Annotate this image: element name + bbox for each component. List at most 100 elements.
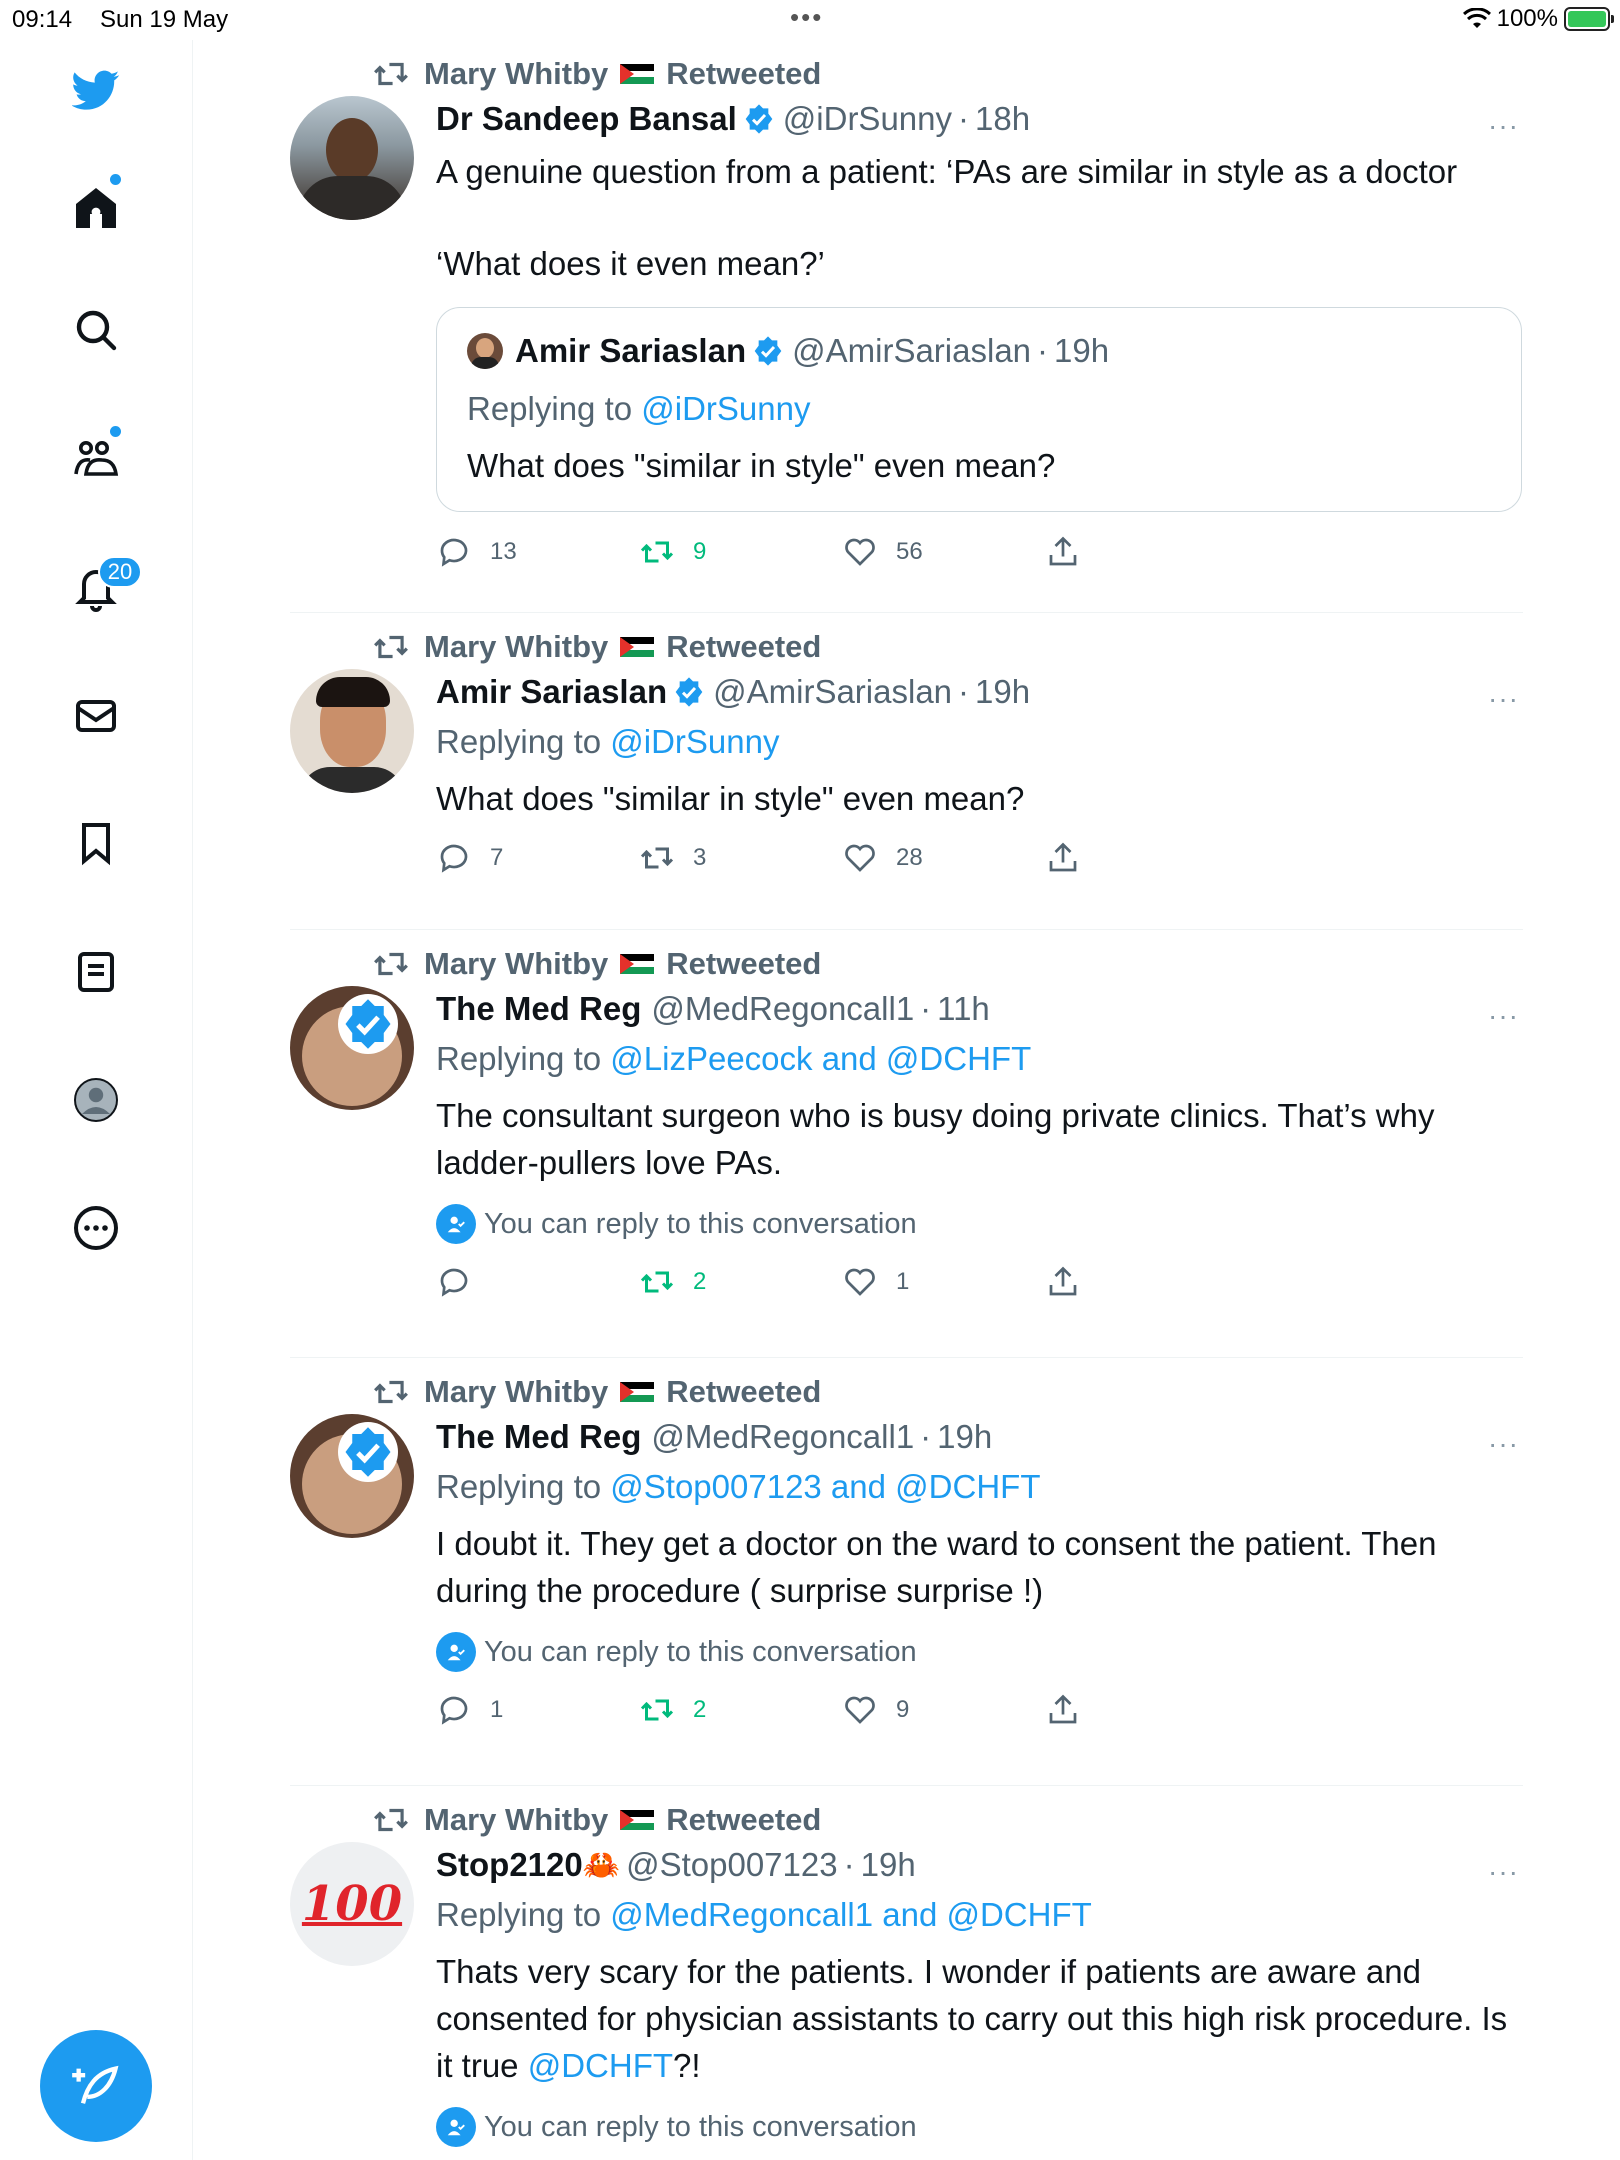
quoted-tweet[interactable]: Amir Sariaslan @AmirSariaslan · 19h Repl… (436, 307, 1522, 512)
replying-to-link[interactable]: @LizPeecock and @DCHFT (610, 1040, 1031, 1077)
like-button[interactable]: 28 (842, 840, 1045, 876)
verified-badge-icon (745, 104, 773, 134)
retweeter-name[interactable]: Mary Whitby (424, 1374, 608, 1410)
tweet-time[interactable]: 19h (937, 1418, 992, 1456)
replying-prefix: Replying to (436, 1896, 611, 1933)
author-name[interactable]: Dr Sandeep Bansal (436, 100, 737, 138)
share-button[interactable] (1045, 534, 1248, 570)
retweet-count: 9 (693, 538, 707, 565)
reply-button[interactable]: 7 (436, 840, 639, 876)
retweeted-label: Retweeted (666, 1802, 822, 1837)
author-name[interactable]: The Med Reg (436, 990, 641, 1028)
retweet-button[interactable]: 2 (639, 1264, 842, 1300)
search-icon[interactable] (66, 300, 126, 360)
retweet-icon (640, 847, 674, 869)
retweeter-name[interactable]: Mary Whitby (424, 1802, 608, 1838)
verified-badge-icon (345, 1427, 391, 1477)
retweeter-name[interactable]: Mary Whitby (424, 629, 608, 665)
avatar[interactable] (290, 96, 414, 220)
author-name[interactable]: The Med Reg (436, 1418, 641, 1456)
like-button[interactable]: 56 (842, 534, 1045, 570)
retweeter-name[interactable]: Mary Whitby (424, 56, 608, 92)
tweet-more-icon[interactable]: ··· (1488, 683, 1519, 715)
messages-icon[interactable] (66, 686, 126, 746)
tweet-time[interactable]: 18h (975, 100, 1030, 138)
retweet-icon (374, 1380, 408, 1404)
home-icon[interactable] (66, 174, 126, 238)
profile-icon[interactable] (66, 1070, 126, 1130)
tweet[interactable]: Mary Whitby Retweeted Dr Sandeep Bansal … (290, 40, 1523, 613)
tweet[interactable]: Mary Whitby Retweeted The Med Reg @MedRe… (290, 930, 1523, 1358)
retweet-button[interactable]: 9 (639, 534, 842, 570)
replying-to-link[interactable]: @iDrSunny (610, 723, 779, 760)
more-icon[interactable] (66, 1198, 126, 1258)
retweet-context: Mary Whitby Retweeted (372, 54, 1523, 94)
tweet-more-icon[interactable]: ··· (1488, 110, 1519, 142)
replying-to-link[interactable]: @MedRegoncall1 and @DCHFT (610, 1896, 1092, 1933)
retweet-icon (640, 1271, 674, 1293)
reply-button[interactable] (436, 1264, 639, 1300)
author-handle[interactable]: @Stop007123 (626, 1846, 838, 1884)
share-icon (1049, 1694, 1077, 1724)
tweet-time[interactable]: 19h (975, 673, 1030, 711)
tweet-time[interactable]: 11h (937, 990, 990, 1028)
tweet-more-icon[interactable]: ··· (1488, 1000, 1519, 1032)
share-button[interactable] (1045, 1692, 1248, 1728)
person-check-icon (436, 1204, 476, 1244)
replying-to-link[interactable]: @Stop007123 and @DCHFT (610, 1468, 1040, 1505)
communities-icon[interactable] (66, 426, 126, 488)
separator: · (958, 100, 970, 137)
reply-button[interactable]: 1 (436, 1692, 639, 1728)
author-name[interactable]: Amir Sariaslan (436, 673, 667, 711)
verified-badge-icon (754, 336, 782, 366)
share-button[interactable] (1045, 1264, 1248, 1300)
quote-text: What does "similar in style" even mean? (467, 447, 1056, 484)
author-handle[interactable]: @MedRegoncall1 (651, 1418, 914, 1456)
author-handle[interactable]: @iDrSunny (783, 100, 952, 138)
replying-prefix: Replying to (436, 723, 611, 760)
bookmarks-icon[interactable] (66, 813, 126, 873)
quote-replying-to: Replying to @iDrSunny (467, 384, 1491, 434)
twitter-logo-icon[interactable] (66, 60, 126, 120)
avatar[interactable] (290, 669, 414, 793)
retweet-button[interactable]: 3 (639, 840, 842, 876)
lists-icon[interactable] (66, 942, 126, 1002)
tweet-text-line: ‘What does it even mean?’ (436, 245, 825, 282)
multitasking-dots-icon[interactable]: ••• (790, 2, 823, 33)
author-handle[interactable]: @AmirSariaslan (713, 673, 952, 711)
avatar[interactable]: 100 (290, 1842, 414, 1966)
avatar[interactable] (290, 1414, 414, 1538)
separator: · (958, 673, 970, 710)
wifi-icon (1462, 8, 1491, 28)
tweet[interactable]: Mary Whitby Retweeted The Med Reg @MedRe… (290, 1358, 1523, 1786)
replying-to-link[interactable]: @iDrSunny (641, 390, 810, 427)
tweet-time[interactable]: 19h (861, 1846, 916, 1884)
like-count: 9 (896, 1696, 910, 1723)
tweet[interactable]: Mary Whitby Retweeted Amir Sariaslan @Am… (290, 613, 1523, 930)
palestine-flag-icon (620, 1810, 655, 1830)
retweet-button[interactable]: 2 (639, 1692, 842, 1728)
like-button[interactable]: 9 (842, 1692, 1045, 1728)
avatar[interactable] (290, 986, 414, 1110)
retweet-count: 3 (693, 844, 707, 871)
tweet-text: What does "similar in style" even mean? (436, 780, 1025, 817)
share-button[interactable] (1045, 840, 1248, 876)
reply-button[interactable]: 13 (436, 534, 639, 570)
notifications-badge: 20 (98, 556, 142, 588)
mention-link[interactable]: @DCHFT (528, 2047, 673, 2084)
conversation-text: You can reply to this conversation (484, 2110, 917, 2143)
author-handle[interactable]: @MedRegoncall1 (651, 990, 914, 1028)
retweeter-name[interactable]: Mary Whitby (424, 946, 608, 982)
retweeted-label: Retweeted (666, 946, 822, 981)
tweet[interactable]: Mary Whitby Retweeted 100 Stop2120 🦀 @St… (290, 1786, 1523, 2160)
like-button[interactable]: 1 (842, 1264, 1045, 1300)
tweet-more-icon[interactable]: ··· (1488, 1856, 1519, 1888)
compose-button[interactable] (40, 2030, 152, 2142)
author-name[interactable]: Stop2120 (436, 1846, 583, 1884)
like-count: 1 (896, 1268, 910, 1295)
tweet-more-icon[interactable]: ··· (1488, 1428, 1519, 1460)
conversation-notice: You can reply to this conversation (436, 1630, 1523, 1674)
timeline: Mary Whitby Retweeted Dr Sandeep Bansal … (290, 40, 1523, 2160)
reply-icon (440, 844, 468, 873)
heart-icon (845, 538, 875, 566)
